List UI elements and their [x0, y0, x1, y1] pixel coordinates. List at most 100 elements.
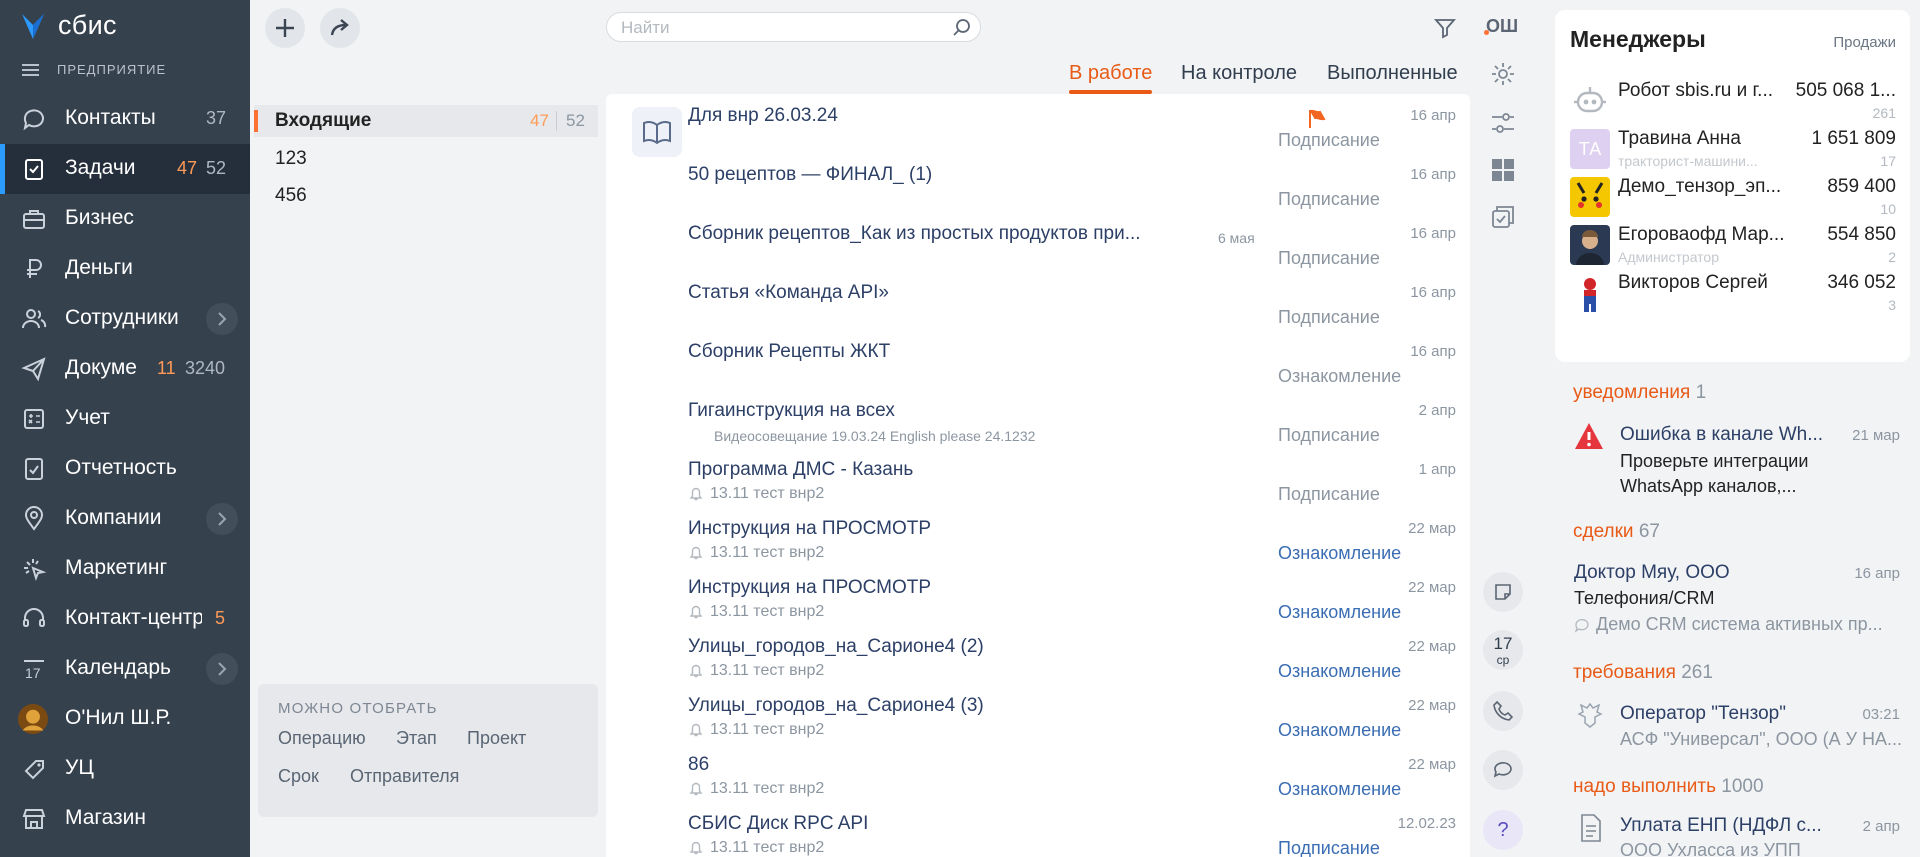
task-row[interactable]: Сборник Рецепты ЖКТ 16 апр Ознакомление	[606, 330, 1470, 389]
comment-icon	[1574, 618, 1589, 633]
settings-sliders-icon[interactable]	[1488, 108, 1518, 138]
phone-button[interactable]	[1483, 691, 1523, 731]
menu-icon[interactable]	[22, 63, 39, 76]
task-row[interactable]: Статья «Команда API» 16 апр Подписание	[606, 271, 1470, 330]
tab-completed[interactable]: Выполненные	[1327, 62, 1458, 85]
filter-funnel-icon[interactable]	[1433, 16, 1457, 40]
nav-item-uc[interactable]: УЦ	[0, 744, 250, 794]
filter-sender[interactable]: Отправителя	[350, 766, 459, 787]
robot-icon	[1570, 81, 1610, 121]
logo-text: сбис	[58, 10, 117, 40]
calendar-day: 17	[1493, 634, 1513, 653]
task-clipboard-icon	[25, 159, 43, 180]
tab-in-work[interactable]: В работе	[1069, 62, 1153, 94]
calendar-weekday: ср	[1496, 653, 1510, 667]
user-initials[interactable]: ОШ	[1486, 16, 1518, 37]
notes-button[interactable]	[1483, 572, 1523, 612]
report-icon	[25, 458, 43, 480]
deal-title[interactable]: Доктор Мяу, ООО	[1574, 562, 1730, 584]
task-row[interactable]: Сборник рецептов_Как из простых продукто…	[606, 212, 1470, 271]
nav-item-reporting[interactable]: Отчетность	[0, 444, 250, 494]
forward-arrow-icon	[330, 19, 349, 36]
task-row[interactable]: Улицы_городов_на_Сарионе4 (2) 13.11 тест…	[606, 625, 1470, 684]
tasks-check-icon[interactable]	[1488, 202, 1518, 232]
folder-123[interactable]: 123	[254, 143, 598, 175]
folder-inbox[interactable]: Входящие 47 52	[254, 105, 598, 137]
chevron-right-icon[interactable]	[206, 653, 238, 685]
phone-icon	[1493, 700, 1514, 721]
help-button[interactable]: ?	[1483, 810, 1523, 850]
task-row[interactable]: 50 рецептов — ФИНАЛ_ (1) 16 апр Подписан…	[606, 153, 1470, 212]
calendar-widget[interactable]: 17 ср	[1483, 630, 1523, 670]
notifications-header[interactable]: уведомления 1	[1573, 382, 1706, 404]
nav-item-marketing[interactable]: Маркетинг	[0, 544, 250, 594]
nav-item-companies[interactable]: Компании	[0, 494, 250, 544]
task-row[interactable]: Программа ДМС - Казань 13.11 тест внр2 1…	[606, 448, 1470, 507]
search-icon[interactable]	[952, 18, 972, 38]
note-icon	[1495, 584, 1511, 600]
todo-title[interactable]: Уплата ЕНП (НДФЛ с...	[1620, 815, 1822, 837]
gear-icon[interactable]	[1488, 59, 1518, 89]
deals-header[interactable]: сделки 67	[1573, 521, 1660, 543]
chevron-right-icon[interactable]	[206, 503, 238, 535]
manager-row[interactable]: Егороваофд Мар... Администратор 554 850 …	[1555, 220, 1910, 268]
initials-avatar: ТА	[1570, 129, 1610, 169]
notification-title[interactable]: Ошибка в канале Wh...	[1620, 424, 1823, 446]
folder-456[interactable]: 456	[254, 180, 598, 212]
filter-deadline[interactable]: Срок	[278, 766, 319, 787]
people-icon	[22, 309, 47, 329]
demand-title[interactable]: Оператор "Тензор"	[1620, 703, 1786, 725]
task-row[interactable]: Гигаинструкция на всех Видеосовещание 19…	[606, 389, 1470, 448]
shop-icon	[22, 809, 46, 829]
bell-icon	[689, 782, 703, 796]
nav-item-profile[interactable]: О'Нил Ш.Р.	[0, 694, 250, 744]
task-row[interactable]: Инструкция на ПРОСМОТР 13.11 тест внр2 2…	[606, 507, 1470, 566]
search-input[interactable]: Найти	[606, 12, 981, 42]
tab-on-control[interactable]: На контроле	[1181, 62, 1297, 85]
sbis-logo[interactable]: сбис	[18, 10, 117, 41]
send-plane-icon	[21, 357, 46, 382]
todo-header[interactable]: надо выполнить 1000	[1573, 776, 1764, 798]
nav-item-employees[interactable]: Сотрудники	[0, 294, 250, 344]
manager-row[interactable]: Демо_тензор_эп... 859 400 10	[1555, 172, 1910, 220]
create-task-button[interactable]	[265, 8, 305, 48]
warning-icon	[1575, 423, 1603, 449]
forward-button[interactable]	[320, 8, 360, 48]
nav-item-documents[interactable]: Докуме 11 3240	[0, 344, 250, 394]
calendar-icon: 17	[24, 660, 44, 681]
sales-link[interactable]: Продажи	[1833, 34, 1896, 51]
org-label: ПРЕДПРИЯТИЕ	[57, 62, 167, 77]
grid-icon[interactable]	[1488, 155, 1518, 185]
demands-header[interactable]: требования 261	[1573, 662, 1713, 684]
nav-item-calendar[interactable]: 17 Календарь	[0, 644, 250, 694]
nav-item-accounting[interactable]: Учет	[0, 394, 250, 444]
task-row[interactable]: СБИС Диск RPC API 13.11 тест внр2 12.02.…	[606, 802, 1470, 857]
briefcase-icon	[23, 210, 45, 229]
flag-icon[interactable]	[1306, 108, 1328, 130]
manager-row[interactable]: Робот sbis.ru и г... 505 068 1... 261	[1555, 76, 1910, 124]
org-switcher[interactable]: ПРЕДПРИЯТИЕ	[22, 62, 166, 77]
task-row[interactable]: Улицы_городов_на_Сарионе4 (3) 13.11 тест…	[606, 684, 1470, 743]
bell-icon	[689, 605, 703, 619]
nav-item-business[interactable]: Бизнес	[0, 194, 250, 244]
filter-stage[interactable]: Этап	[396, 728, 437, 749]
nav-item-tasks[interactable]: Задачи 47 52	[0, 144, 250, 194]
filter-project[interactable]: Проект	[467, 728, 526, 749]
nav-item-contacts[interactable]: Контакты 37	[0, 94, 250, 144]
nav-item-money[interactable]: Деньги	[0, 244, 250, 294]
task-row[interactable]: Инструкция на ПРОСМОТР 13.11 тест внр2 2…	[606, 566, 1470, 625]
deal-comment: Демо CRM система активных пр...	[1574, 614, 1883, 635]
plus-icon	[276, 19, 294, 37]
chat-button[interactable]	[1483, 750, 1523, 790]
nav-item-contact-center[interactable]: Контакт-центр 5	[0, 594, 250, 644]
task-row[interactable]: 86 13.11 тест внр2 22 мар Ознакомление	[606, 743, 1470, 802]
manager-row[interactable]: Викторов Сергей 346 052 3	[1555, 268, 1910, 316]
filter-title: МОЖНО ОТОБРАТЬ	[278, 700, 438, 717]
nav-item-shop[interactable]: Магазин	[0, 794, 250, 844]
document-icon	[1581, 814, 1601, 842]
chevron-right-icon[interactable]	[206, 303, 238, 335]
filter-operation[interactable]: Операцию	[278, 728, 366, 749]
manager-row[interactable]: ТА Травина Анна тракторист-машини... 1 6…	[1555, 124, 1910, 172]
task-row[interactable]: Для внр 26.03.24 16 апр Подписание	[606, 94, 1470, 153]
todo-date: 2 апр	[1862, 818, 1900, 835]
